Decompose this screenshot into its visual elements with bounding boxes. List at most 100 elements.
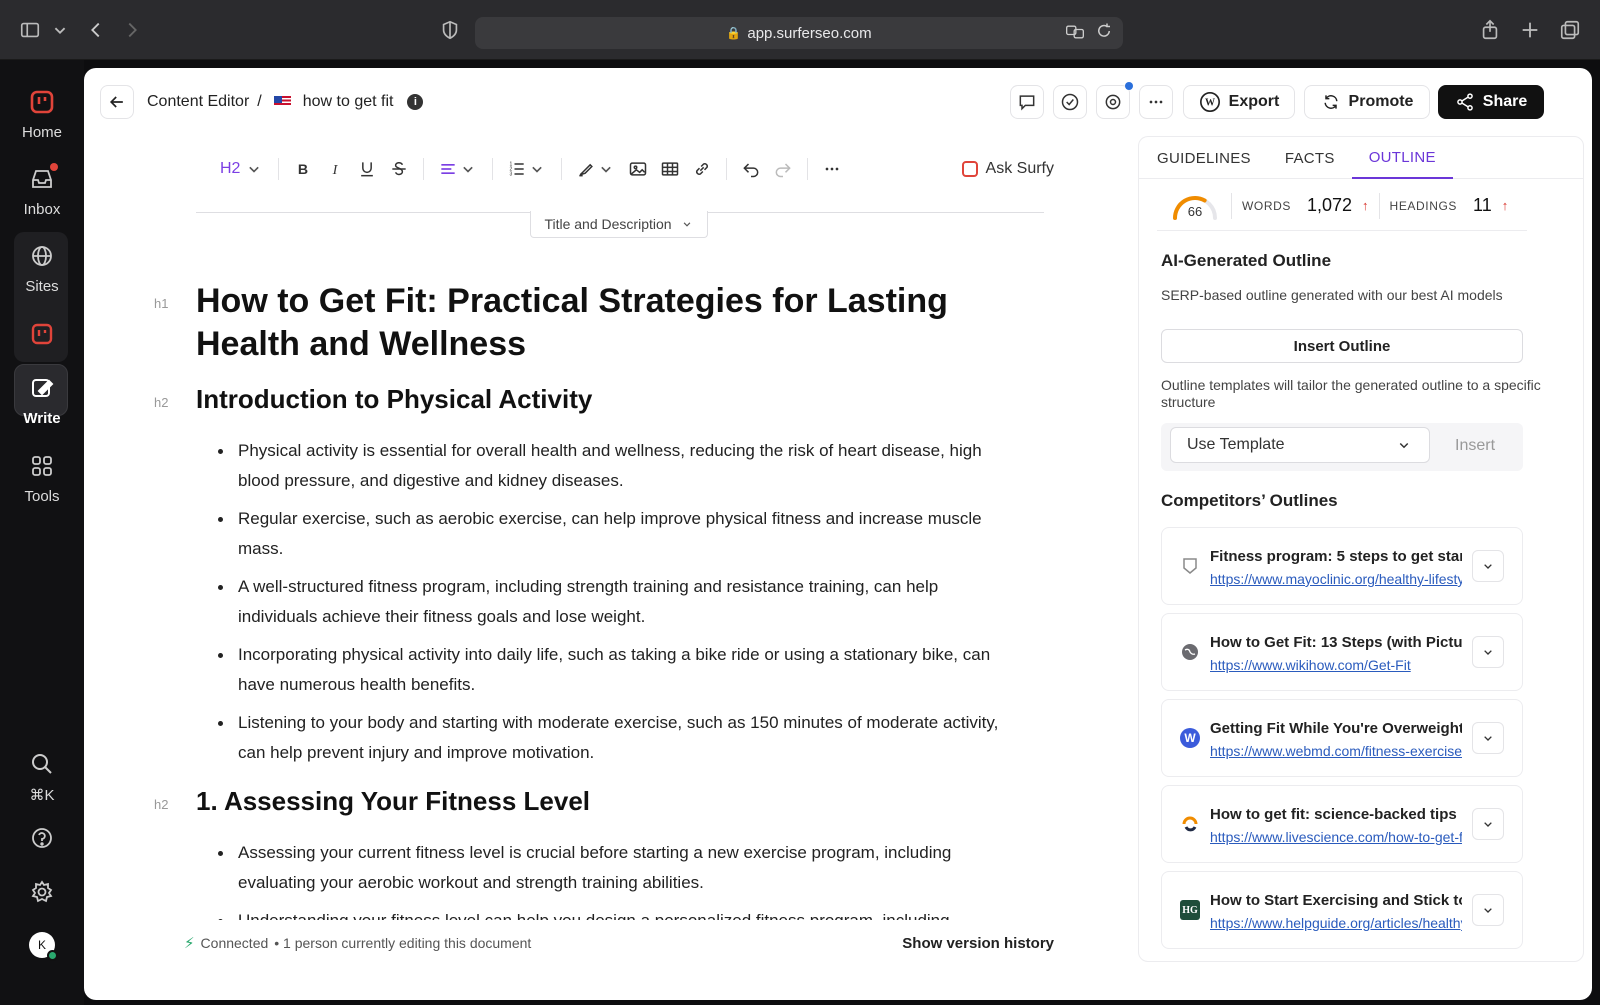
info-icon[interactable]: i	[407, 94, 424, 110]
competitor-card[interactable]: How to Get Fit: 13 Steps (with Pictures)…	[1161, 613, 1523, 691]
share-sheet-icon[interactable]	[1478, 18, 1502, 42]
link-button[interactable]	[686, 154, 718, 184]
tab-facts[interactable]: FACTS	[1268, 137, 1352, 179]
image-button[interactable]	[622, 154, 654, 184]
sidebar-item-account[interactable]: K	[0, 932, 84, 961]
italic-button[interactable]: I	[319, 154, 351, 184]
competitor-url[interactable]: https://www.mayoclinic.org/healthy-lifes…	[1210, 571, 1462, 587]
check-button[interactable]	[1053, 85, 1087, 119]
sidebar-item-site-surfer[interactable]	[0, 320, 84, 356]
ask-surfy-button[interactable]: Ask Surfy	[961, 160, 1054, 178]
competitor-card[interactable]: W Getting Fit While You're Overweight ht…	[1161, 699, 1523, 777]
competitor-url[interactable]: https://www.livescience.com/how-to-get-f…	[1210, 829, 1462, 845]
write-icon	[28, 374, 56, 402]
expand-button[interactable]	[1472, 550, 1504, 582]
shield-icon[interactable]	[438, 18, 462, 42]
chevron-down-icon	[463, 166, 474, 173]
use-template-select[interactable]: Use Template	[1170, 427, 1430, 463]
tab-guidelines[interactable]: GUIDELINES	[1157, 137, 1268, 179]
share-button[interactable]: Share	[1438, 85, 1544, 119]
toolbar-divider	[726, 158, 728, 180]
list-item[interactable]: Regular exercise, such as aerobic exerci…	[196, 504, 1016, 564]
competitor-url[interactable]: https://www.webmd.com/fitness-exercise	[1210, 743, 1462, 759]
tab-outline[interactable]: OUTLINE	[1351, 137, 1453, 179]
competitor-title: How to Get Fit: 13 Steps (with Pictures)	[1210, 634, 1462, 651]
competitor-card[interactable]: HG How to Start Exercising and Stick to …	[1161, 871, 1523, 949]
heading-level-tag: h2	[154, 797, 169, 812]
breadcrumb-root[interactable]: Content Editor	[147, 93, 249, 111]
bold-button[interactable]: B	[287, 154, 319, 184]
tab-overview-icon[interactable]	[1558, 18, 1582, 42]
list-item[interactable]: Listening to your body and starting with…	[196, 708, 1016, 768]
competitor-url[interactable]: https://www.helpguide.org/articles/healt…	[1210, 915, 1462, 931]
section-heading[interactable]: 1. Assessing Your Fitness Level	[196, 786, 590, 817]
sidebar-item-search[interactable]: ⌘K	[0, 750, 84, 804]
more-options-button[interactable]	[1139, 85, 1173, 119]
title-description-toggle[interactable]: Title and Description	[530, 211, 708, 238]
link-icon	[696, 163, 709, 175]
chevron-down-icon	[249, 166, 260, 173]
expand-button[interactable]	[1472, 722, 1504, 754]
highlight-dropdown[interactable]	[570, 154, 622, 184]
table-icon	[662, 162, 679, 176]
align-dropdown[interactable]	[432, 154, 484, 184]
expand-button[interactable]	[1472, 636, 1504, 668]
sidebar-item-tools[interactable]: Tools	[0, 452, 84, 505]
underline-button[interactable]	[351, 154, 383, 184]
new-tab-icon[interactable]	[1518, 18, 1542, 42]
insert-template-button[interactable]: Insert	[1455, 437, 1495, 455]
bullet-list: Assessing your current fitness level is …	[196, 838, 1016, 920]
chevron-down-icon[interactable]	[48, 18, 72, 42]
table-button[interactable]	[654, 154, 686, 184]
strikethrough-button[interactable]	[383, 154, 415, 184]
template-description: Outline templates will tailor the genera…	[1161, 377, 1541, 410]
back-button[interactable]	[100, 85, 134, 119]
content-score-gauge[interactable]: 66	[1169, 190, 1221, 222]
list-item[interactable]: Understanding your fitness level can hel…	[196, 906, 1016, 920]
sidebar-item-settings[interactable]	[0, 878, 84, 914]
content-editor: Content Editor / how to get fit i W Expo…	[84, 68, 1592, 1000]
list-item[interactable]: A well-structured fitness program, inclu…	[196, 572, 1016, 632]
helpguide-icon: HG	[1180, 900, 1200, 920]
toolbar-divider	[561, 158, 563, 180]
export-button[interactable]: W Export	[1183, 85, 1295, 119]
more-tools-button[interactable]	[816, 154, 848, 184]
insert-outline-button[interactable]: Insert Outline	[1161, 329, 1523, 363]
address-bar[interactable]: 🔒 app.surferseo.com	[475, 17, 1123, 49]
list-item[interactable]: Incorporating physical activity into dai…	[196, 640, 1016, 700]
comments-button[interactable]	[1010, 85, 1044, 119]
expand-button[interactable]	[1472, 808, 1504, 840]
show-version-history-link[interactable]: Show version history	[902, 935, 1054, 952]
refresh-icon	[1323, 95, 1338, 109]
list-dropdown[interactable]: 123	[501, 154, 553, 184]
promote-button[interactable]: Promote	[1304, 85, 1430, 119]
competitor-card[interactable]: How to get fit: science-backed tips http…	[1161, 785, 1523, 863]
forward-nav-icon[interactable]	[120, 18, 144, 42]
list-item[interactable]: Physical activity is essential for overa…	[196, 436, 1016, 496]
expand-button[interactable]	[1472, 894, 1504, 926]
reload-icon[interactable]	[1095, 22, 1113, 46]
competitor-url[interactable]: https://www.wikihow.com/Get-Fit	[1210, 657, 1462, 673]
chevron-down-icon	[1484, 736, 1492, 741]
sidebar-item-write[interactable]: Write	[0, 374, 84, 427]
back-nav-icon[interactable]	[84, 18, 108, 42]
sidebar-item-inbox[interactable]: Inbox	[0, 163, 84, 218]
sidebar-item-home[interactable]: Home	[0, 88, 84, 141]
breadcrumb-separator: /	[257, 93, 262, 110]
document-body[interactable]: h1 How to Get Fit: Practical Strategies …	[154, 280, 1054, 920]
translate-icon[interactable]	[1065, 22, 1085, 46]
highlighter-icon	[579, 163, 594, 177]
chevron-down-icon	[683, 222, 690, 227]
sidebar-item-help[interactable]	[0, 824, 84, 860]
document-title[interactable]: How to Get Fit: Practical Strategies for…	[196, 280, 1016, 366]
competitor-card[interactable]: Fitness program: 5 steps to get started …	[1161, 527, 1523, 605]
sidebar-item-label: Inbox	[23, 201, 61, 218]
section-heading[interactable]: Introduction to Physical Activity	[196, 384, 592, 415]
sidebar-toggle-icon[interactable]	[18, 18, 42, 42]
undo-button[interactable]	[735, 154, 767, 184]
settings-button[interactable]	[1096, 82, 1133, 119]
redo-button[interactable]	[767, 154, 799, 184]
sidebar-item-sites[interactable]: Sites	[0, 242, 84, 295]
list-item[interactable]: Assessing your current fitness level is …	[196, 838, 1016, 898]
heading-dropdown[interactable]: H2	[214, 154, 270, 184]
